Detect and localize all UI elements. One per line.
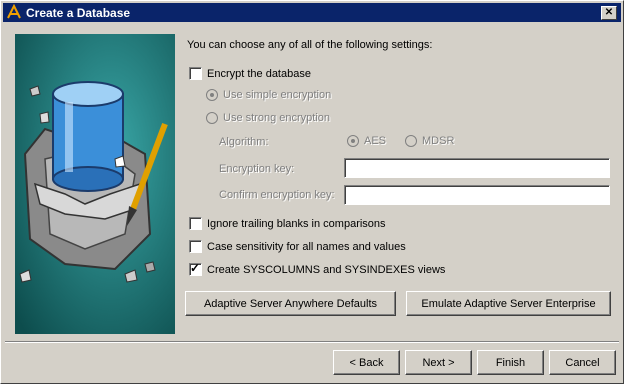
confirm-key-input[interactable] [344, 185, 610, 205]
emulate-ase-button[interactable]: Emulate Adaptive Server Enterprise [406, 291, 611, 316]
window-title: Create a Database [26, 6, 131, 20]
back-button[interactable]: < Back [333, 350, 400, 375]
database-illustration-icon [15, 34, 175, 334]
separator [5, 341, 619, 343]
strong-encryption-label: Use strong encryption [223, 112, 330, 124]
case-sensitivity-label: Case sensitivity for all names and value… [207, 240, 406, 253]
close-button[interactable]: ✕ [601, 6, 617, 20]
syscolumns-label: Create SYSCOLUMNS and SYSINDEXES views [207, 263, 446, 276]
cancel-button[interactable]: Cancel [549, 350, 616, 375]
mdsr-label: MDSR [422, 135, 455, 147]
simple-encryption-radio[interactable]: Use simple encryption [206, 89, 331, 101]
syscolumns-checkbox-box[interactable] [189, 261, 202, 276]
intro-text: You can choose any of all of the followi… [187, 39, 433, 51]
mdsr-radio-dot[interactable] [405, 135, 417, 147]
title-bar: Create a Database ✕ [3, 3, 621, 22]
mdsr-radio[interactable]: MDSR [405, 135, 454, 147]
next-button[interactable]: Next > [405, 350, 472, 375]
encrypt-database-checkbox[interactable]: Encrypt the database [189, 67, 311, 80]
strong-encryption-radio[interactable]: Use strong encryption [206, 112, 330, 124]
dialog-window: Create a Database ✕ You can choose any o… [0, 0, 624, 384]
close-icon: ✕ [604, 7, 614, 18]
ignore-blanks-checkbox[interactable]: Ignore trailing blanks in comparisons [189, 217, 386, 230]
case-sensitivity-checkbox-box[interactable] [189, 240, 202, 253]
asa-defaults-button[interactable]: Adaptive Server Anywhere Defaults [185, 291, 396, 316]
confirm-key-label: Confirm encryption key: [219, 189, 335, 201]
ignore-blanks-checkbox-box[interactable] [189, 217, 202, 230]
ignore-blanks-label: Ignore trailing blanks in comparisons [207, 217, 386, 230]
wizard-illustration [15, 34, 175, 334]
encryption-key-input[interactable] [344, 158, 610, 178]
aes-label: AES [364, 135, 387, 147]
simple-encryption-label: Use simple encryption [223, 89, 332, 101]
encrypt-label: Encrypt the database [207, 67, 311, 80]
encrypt-checkbox-box[interactable] [189, 67, 202, 80]
strong-encryption-radio-dot[interactable] [206, 112, 218, 124]
algorithm-label: Algorithm: [219, 136, 269, 148]
app-icon [6, 4, 22, 20]
case-sensitivity-checkbox[interactable]: Case sensitivity for all names and value… [189, 240, 406, 253]
encryption-key-label: Encryption key: [219, 163, 295, 175]
aes-radio[interactable]: AES [347, 135, 386, 147]
syscolumns-checkbox[interactable]: Create SYSCOLUMNS and SYSINDEXES views [189, 261, 446, 276]
aes-radio-dot[interactable] [347, 135, 359, 147]
finish-button[interactable]: Finish [477, 350, 544, 375]
simple-encryption-radio-dot[interactable] [206, 89, 218, 101]
